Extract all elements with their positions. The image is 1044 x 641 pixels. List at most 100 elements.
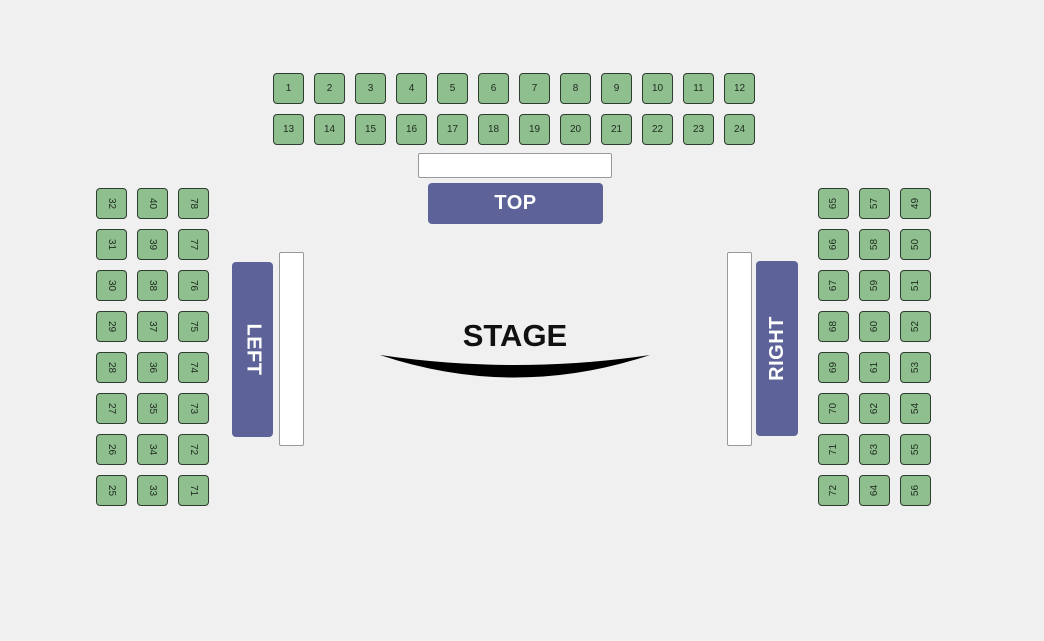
seat-20[interactable]: 20 (560, 114, 591, 145)
left-section-button[interactable]: LEFT (232, 262, 273, 437)
seat-35[interactable]: 35 (137, 393, 168, 424)
seat-51[interactable]: 51 (900, 270, 931, 301)
seat-number: 60 (869, 320, 880, 333)
seat-18[interactable]: 18 (478, 114, 509, 145)
seat-77[interactable]: 77 (178, 229, 209, 260)
seat-58[interactable]: 58 (859, 229, 890, 260)
seat-63[interactable]: 63 (859, 434, 890, 465)
seat-72[interactable]: 72 (818, 475, 849, 506)
seat-number: 52 (910, 320, 921, 333)
seat-number: 15 (364, 124, 377, 135)
seat-7[interactable]: 7 (519, 73, 550, 104)
seat-number: 18 (487, 124, 500, 135)
seat-21[interactable]: 21 (601, 114, 632, 145)
seat-29[interactable]: 29 (96, 311, 127, 342)
seat-26[interactable]: 26 (96, 434, 127, 465)
right-section-button[interactable]: RIGHT (756, 261, 798, 436)
seat-number: 8 (572, 83, 579, 94)
seat-55[interactable]: 55 (900, 434, 931, 465)
seat-number: 2 (326, 83, 333, 94)
seat-64[interactable]: 64 (859, 475, 890, 506)
seat-2[interactable]: 2 (314, 73, 345, 104)
seat-60[interactable]: 60 (859, 311, 890, 342)
seat-24[interactable]: 24 (724, 114, 755, 145)
seat-12[interactable]: 12 (724, 73, 755, 104)
seat-number: 53 (910, 361, 921, 374)
seat-17[interactable]: 17 (437, 114, 468, 145)
seat-number: 34 (147, 443, 158, 456)
seat-number: 56 (910, 484, 921, 497)
seat-54[interactable]: 54 (900, 393, 931, 424)
seat-36[interactable]: 36 (137, 352, 168, 383)
seat-49[interactable]: 49 (900, 188, 931, 219)
seat-61[interactable]: 61 (859, 352, 890, 383)
seat-71[interactable]: 71 (178, 475, 209, 506)
seat-67[interactable]: 67 (818, 270, 849, 301)
seat-14[interactable]: 14 (314, 114, 345, 145)
seat-number: 30 (106, 279, 117, 292)
seat-57[interactable]: 57 (859, 188, 890, 219)
seat-number: 9 (613, 83, 620, 94)
seat-number: 4 (408, 83, 415, 94)
seat-3[interactable]: 3 (355, 73, 386, 104)
seat-number: 74 (188, 361, 199, 374)
seat-16[interactable]: 16 (396, 114, 427, 145)
seat-11[interactable]: 11 (683, 73, 714, 104)
seat-73[interactable]: 73 (178, 393, 209, 424)
seat-23[interactable]: 23 (683, 114, 714, 145)
seat-75[interactable]: 75 (178, 311, 209, 342)
seat-8[interactable]: 8 (560, 73, 591, 104)
seat-9[interactable]: 9 (601, 73, 632, 104)
seat-1[interactable]: 1 (273, 73, 304, 104)
seat-56[interactable]: 56 (900, 475, 931, 506)
seat-31[interactable]: 31 (96, 229, 127, 260)
seat-30[interactable]: 30 (96, 270, 127, 301)
seat-59[interactable]: 59 (859, 270, 890, 301)
seat-15[interactable]: 15 (355, 114, 386, 145)
seat-38[interactable]: 38 (137, 270, 168, 301)
left-section-bar (279, 252, 304, 446)
seat-number: 57 (869, 197, 880, 210)
seat-22[interactable]: 22 (642, 114, 673, 145)
seat-19[interactable]: 19 (519, 114, 550, 145)
seat-10[interactable]: 10 (642, 73, 673, 104)
seat-68[interactable]: 68 (818, 311, 849, 342)
seat-33[interactable]: 33 (137, 475, 168, 506)
seat-number: 20 (569, 124, 582, 135)
seat-5[interactable]: 5 (437, 73, 468, 104)
seat-34[interactable]: 34 (137, 434, 168, 465)
seat-number: 77 (188, 238, 199, 251)
seat-74[interactable]: 74 (178, 352, 209, 383)
seat-25[interactable]: 25 (96, 475, 127, 506)
seat-4[interactable]: 4 (396, 73, 427, 104)
seat-70[interactable]: 70 (818, 393, 849, 424)
seat-number: 3 (367, 83, 374, 94)
seat-53[interactable]: 53 (900, 352, 931, 383)
seat-65[interactable]: 65 (818, 188, 849, 219)
seat-37[interactable]: 37 (137, 311, 168, 342)
seat-62[interactable]: 62 (859, 393, 890, 424)
seat-number: 72 (188, 443, 199, 456)
seat-76[interactable]: 76 (178, 270, 209, 301)
seat-number: 40 (147, 197, 158, 210)
seat-66[interactable]: 66 (818, 229, 849, 260)
seat-52[interactable]: 52 (900, 311, 931, 342)
seat-78[interactable]: 78 (178, 188, 209, 219)
seat-28[interactable]: 28 (96, 352, 127, 383)
seat-72[interactable]: 72 (178, 434, 209, 465)
seat-71[interactable]: 71 (818, 434, 849, 465)
seat-69[interactable]: 69 (818, 352, 849, 383)
seat-number: 38 (147, 279, 158, 292)
seat-6[interactable]: 6 (478, 73, 509, 104)
seat-13[interactable]: 13 (273, 114, 304, 145)
seat-39[interactable]: 39 (137, 229, 168, 260)
seat-40[interactable]: 40 (137, 188, 168, 219)
seat-32[interactable]: 32 (96, 188, 127, 219)
seat-50[interactable]: 50 (900, 229, 931, 260)
seat-number: 69 (828, 361, 839, 374)
top-section-button[interactable]: TOP (428, 183, 603, 224)
seat-number: 21 (610, 124, 623, 135)
seat-number: 29 (106, 320, 117, 333)
seat-27[interactable]: 27 (96, 393, 127, 424)
seat-number: 35 (147, 402, 158, 415)
